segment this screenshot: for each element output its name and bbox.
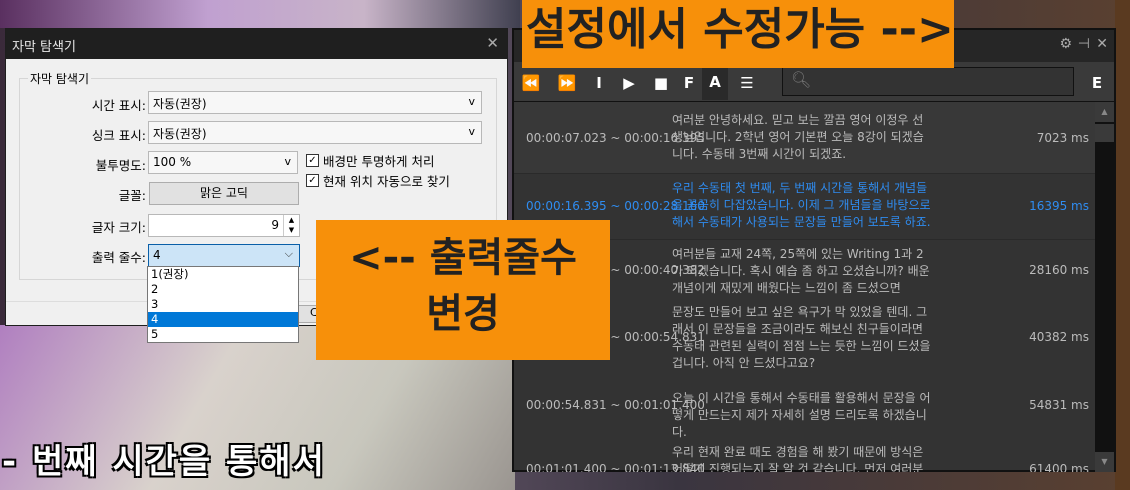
cursor-icon[interactable]: I [586, 71, 612, 95]
pin-icon[interactable]: ⊣ [1078, 36, 1090, 52]
row-text: 우리 수동태 첫 번째, 두 번째 시간을 통해서 개념들을 꼼꼼히 다잡았습니… [672, 181, 931, 229]
rewind-icon[interactable]: ⏪ [518, 71, 544, 95]
annotation-settings: 설정에서 수정가능 --> [522, 0, 954, 68]
row-text: 여러분들 교재 24쪽, 25쪽에 있는 Writing 1과 2가 되겠습니다… [672, 247, 930, 295]
output-lines-dropdown: 1(권장) 2 3 4 5 [147, 266, 299, 343]
annotation-line-1: <-- 출력줄수 [349, 235, 577, 281]
row-ms: 28160 ms [1029, 263, 1089, 277]
desktop-edge [1115, 0, 1130, 490]
stop-icon[interactable]: ■ [648, 71, 674, 95]
menu-icon[interactable]: ☰ [734, 71, 760, 95]
time-label: 시간 표시: [91, 98, 146, 113]
option-5[interactable]: 5 [148, 327, 298, 342]
sync-value: 자동(권장) [153, 127, 207, 141]
option-2[interactable]: 2 [148, 282, 298, 297]
scroll-up-icon[interactable]: ▲ [1095, 102, 1114, 122]
option-1[interactable]: 1(권장) [148, 267, 298, 282]
close-icon[interactable]: ✕ [1096, 36, 1108, 52]
font-size-stepper[interactable]: 9 ▲ ▼ [148, 214, 300, 237]
row-ms: 54831 ms [1029, 398, 1089, 412]
chevron-down-icon: v [468, 95, 475, 108]
table-row[interactable]: 00:01:01.400 ~ 00:01:13.840 우리 현재 완료 때도 경… [514, 438, 1097, 472]
f-button[interactable]: F [676, 71, 702, 95]
close-icon[interactable]: ✕ [486, 34, 499, 52]
time-value: 자동(권장) [153, 97, 207, 111]
size-label: 글자 크기: [91, 220, 146, 235]
search-input[interactable]: 🔍︎ [782, 67, 1074, 96]
spin-buttons[interactable]: ▲ ▼ [283, 215, 299, 236]
annotation-line-2: 변경 [426, 291, 500, 337]
scroll-thumb[interactable] [1095, 124, 1114, 142]
check-icon: ✓ [306, 154, 319, 167]
video-subtitle: - 번째 시간을 통해서 [2, 442, 326, 482]
row-text: 우리 현재 완료 때도 경험을 해 봤기 때문에 방식은 어떻게 진행되는지 잘… [672, 445, 924, 472]
e-button[interactable]: E [1084, 71, 1110, 95]
check-icon: ✓ [306, 174, 319, 187]
video-background-top [0, 0, 520, 28]
lines-label: 출력 줄수: [91, 250, 146, 265]
row-text: 여러분 안녕하세요. 믿고 보는 깔끔 영어 이정우 선생님입니다. 2학년 영… [672, 113, 924, 161]
lines-value: 4 [153, 248, 161, 262]
row-ms: 16395 ms [1029, 199, 1089, 213]
opacity-label: 불투명도: [95, 158, 146, 173]
annotation-output-lines: <-- 출력줄수 변경 [316, 220, 610, 360]
sync-display-select[interactable]: 자동(권장) v [148, 121, 482, 144]
row-text: 문장도 만들어 보고 싶은 욕구가 막 있었을 텐데. 그래서 이 문장들을 조… [672, 305, 931, 370]
sync-label: 싱크 표시: [91, 128, 146, 143]
row-ms: 40382 ms [1029, 330, 1089, 344]
time-display-select[interactable]: 자동(권장) v [148, 91, 482, 114]
font-label: 글꼴: [118, 188, 146, 203]
scroll-down-icon[interactable]: ▼ [1095, 452, 1114, 472]
output-lines-select[interactable]: 4 ⌵ [148, 244, 300, 267]
opacity-value: 100 % [153, 155, 192, 169]
a-button[interactable]: A [702, 65, 728, 100]
chevron-down-icon: ⌵ [284, 247, 293, 260]
gear-icon[interactable]: ⚙ [1059, 36, 1072, 52]
search-icon: 🔍︎ [791, 70, 812, 89]
font-button[interactable]: 맑은 고딕 [149, 182, 299, 205]
play-icon[interactable]: ▶ [616, 71, 642, 95]
bg-only-label: 배경만 투명하게 처리 [323, 154, 435, 169]
chevron-down-icon: v [284, 155, 291, 168]
fast-forward-icon[interactable]: ⏩ [554, 71, 580, 95]
table-row[interactable]: 00:00:54.831 ~ 00:01:01.400 오늘 이 시간을 통해서 … [514, 374, 1097, 439]
row-ms: 61400 ms [1029, 462, 1089, 472]
auto-find-checkbox[interactable]: ✓ 현재 위치 자동으로 찾기 [306, 171, 450, 190]
group-label: 자막 탐색기 [28, 70, 92, 87]
option-3[interactable]: 3 [148, 297, 298, 312]
auto-find-label: 현재 위치 자동으로 찾기 [323, 174, 450, 189]
scrollbar[interactable]: ▲ ▼ [1095, 102, 1114, 472]
size-value: 9 [271, 218, 279, 232]
table-row[interactable]: 00:00:07.023 ~ 00:00:16.395 여러분 안녕하세요. 믿고… [514, 102, 1097, 174]
dialog-titlebar: 자막 탐색기 ✕ [6, 29, 507, 59]
row-text: 오늘 이 시간을 통해서 수동태를 활용해서 문장을 어떻게 만드는지 제가 자… [672, 391, 931, 439]
option-4[interactable]: 4 [148, 312, 298, 327]
dialog-title: 자막 탐색기 [12, 40, 76, 55]
toolbar: ⏪ ⏩ I ▶ ■ F A ☰ 🔍︎ E [514, 62, 1114, 102]
chevron-down-icon: v [468, 125, 475, 138]
bg-only-checkbox[interactable]: ✓ 배경만 투명하게 처리 [306, 151, 434, 170]
opacity-select[interactable]: 100 % v [148, 151, 298, 174]
row-ms: 7023 ms [1036, 131, 1089, 145]
